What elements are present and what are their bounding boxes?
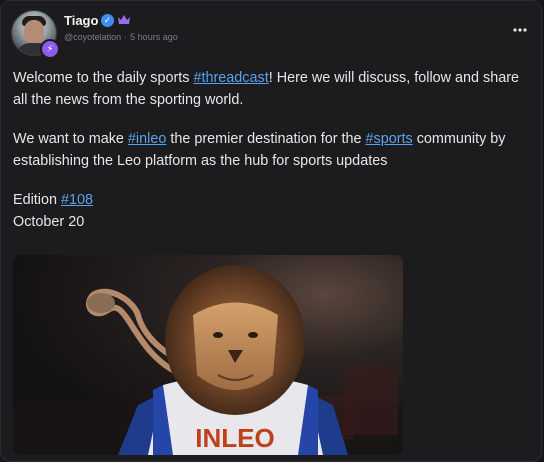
post-image[interactable]: INLEO bbox=[13, 255, 403, 455]
crown-icon bbox=[118, 15, 130, 24]
hashtag-108[interactable]: #108 bbox=[61, 192, 93, 208]
edition-date: October 20 bbox=[13, 214, 85, 230]
verified-icon: ✓ bbox=[101, 14, 114, 27]
hashtag-threadcast[interactable]: #threadcast bbox=[194, 70, 269, 86]
jersey-text: INLEO bbox=[195, 423, 274, 453]
meta-separator: · bbox=[124, 32, 128, 42]
post-edition: Edition #108 October 20 bbox=[13, 189, 533, 233]
lion-illustration: INLEO bbox=[13, 255, 403, 455]
author-name[interactable]: Tiago bbox=[64, 13, 98, 28]
avatar-face bbox=[24, 20, 44, 44]
text-segment: We want to make bbox=[13, 131, 128, 147]
author-handle[interactable]: @coyotelation bbox=[64, 32, 121, 42]
post-timestamp: 5 hours ago bbox=[130, 32, 178, 42]
hashtag-inleo[interactable]: #inleo bbox=[128, 131, 166, 147]
lightning-badge-icon: ⚡ bbox=[40, 39, 60, 59]
edition-label: Edition bbox=[13, 192, 61, 208]
post-meta: @coyotelation · 5 hours ago bbox=[64, 32, 178, 42]
text-segment: Welcome to the daily sports bbox=[13, 70, 194, 86]
hashtag-sports[interactable]: #sports bbox=[366, 131, 413, 147]
post-card: ⚡ Tiago ✓ @coyotelation · 5 hours ago Welc… bbox=[0, 0, 542, 462]
text-segment: the premier destination for the bbox=[166, 131, 366, 147]
edition-line: Edition #108 bbox=[13, 189, 533, 211]
author-avatar[interactable]: ⚡ bbox=[11, 10, 60, 59]
post-paragraph-1: Welcome to the daily sports #threadcast!… bbox=[13, 67, 533, 111]
more-horizontal-icon[interactable] bbox=[513, 27, 527, 33]
post-paragraph-2: We want to make #inleo the premier desti… bbox=[13, 128, 533, 172]
